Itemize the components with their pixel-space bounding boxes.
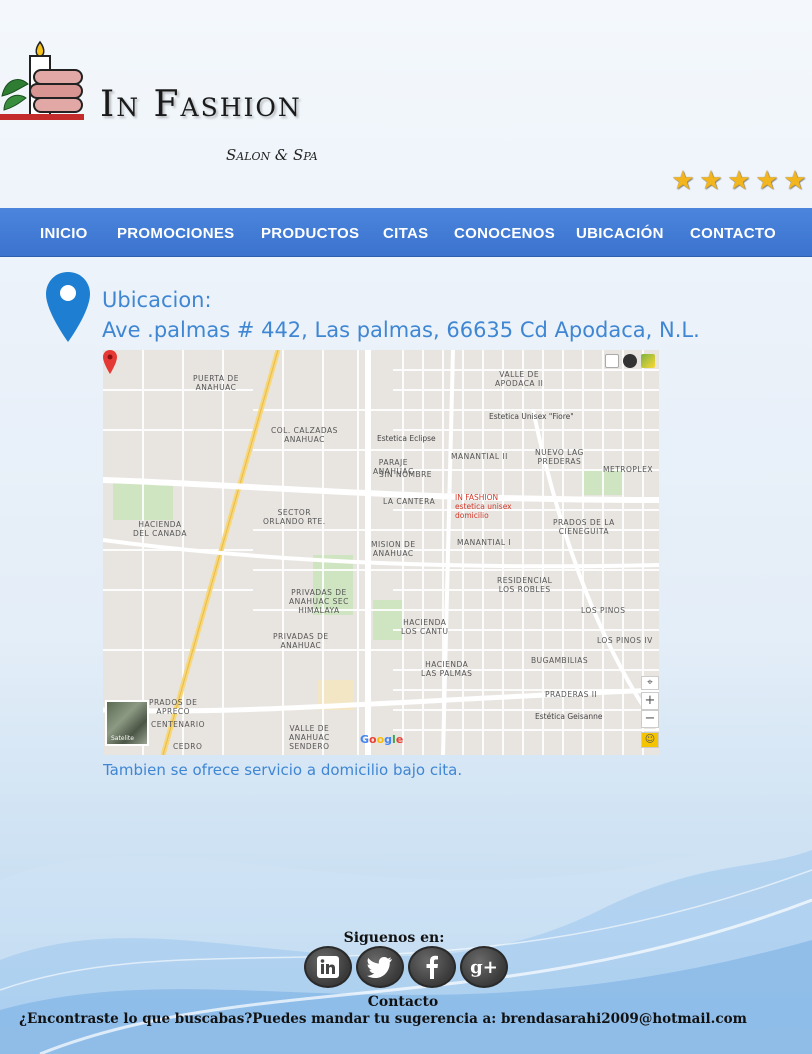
zoom-out-button[interactable]: − [641,710,659,728]
main-nav: INICIO PROMOCIONES PRODUCTOS CITAS CONOC… [0,208,812,257]
map-poi: Estetica Eclipse [377,434,436,443]
map-label: HACIENDA LAS PALMAS [421,660,473,678]
linkedin-icon [317,956,339,978]
map-poi: Estética Geisanne [535,712,603,721]
home-service-note: Tambien se ofrece servicio a domicilio b… [103,761,463,779]
social-links: g+ [304,946,508,988]
map-label: LOS PINOS IV [597,636,653,645]
map-label: LOS PINOS [581,606,626,615]
map-marker-title: IN FASHION [455,493,499,502]
google-plus-icon: g+ [470,956,498,978]
map-label: SIN NOMBRE [379,470,433,479]
zoom-in-button[interactable]: + [641,692,659,710]
map-label: PRIVADAS DE ANAHUAC [273,632,329,650]
map-label: MISION DE ANAHUAC [371,540,416,558]
nav-item-citas[interactable]: CITAS [383,225,428,242]
map-label: MANANTIAL I [457,538,512,547]
map-poi: Estetica Unisex "Fiore" [489,412,574,421]
star-icon: ★ [671,166,695,196]
facebook-icon [426,955,438,979]
map-label: PRADERAS II [545,690,598,699]
map-marker-sub: domicilio [455,511,489,520]
map-label: PRADOS DE APRECO [149,698,198,716]
map-label: NUEVO LAG PREDERAS [535,448,584,466]
map-label: PUERTA DE ANAHUAC [193,374,239,392]
map-label: COL. CALZADAS ANAHUAC [271,426,338,444]
map-label: VALLE DE APODACA II [495,370,544,388]
embedded-map[interactable]: PUERTA DE ANAHUAC COL. CALZADAS ANAHUAC PA… [103,350,659,755]
nav-item-promociones[interactable]: PROMOCIONES [117,225,234,242]
star-icon: ★ [727,166,751,196]
map-label: SECTOR ORLANDO RTE. [263,508,326,526]
logo-title: In Fashion [100,84,302,125]
google-logo: Google [360,733,404,746]
map-label: CEDRO [173,742,203,751]
star-icon: ★ [783,166,807,196]
follow-us-label: Siguenos en: [343,930,445,946]
nav-item-contacto[interactable]: CONTACTO [690,225,776,242]
street-view-pegman-icon[interactable]: ☺ [641,732,659,748]
linkedin-button[interactable] [304,946,352,988]
nav-item-conocenos[interactable]: CONOCENOS [454,225,555,242]
grid-icon[interactable] [605,354,619,368]
map-label: PRIVADAS DE ANAHUAC SEC HIMALAYA [289,588,349,615]
rating-stars: ★ ★ ★ ★ ★ [670,168,808,194]
map-label: RESIDENCIAL LOS ROBLES [497,576,553,594]
location-address: Ave .palmas # 442, Las palmas, 66635 Cd … [102,318,700,342]
map-top-controls [605,354,655,368]
nav-item-ubicacion[interactable]: UBICACIÓN [576,225,664,242]
location-label: Ubicacion: [102,288,212,312]
site-logo[interactable]: In Fashion Salon & Spa [0,38,360,164]
satellite-label: Satelite [111,735,134,742]
star-icon: ★ [755,166,779,196]
location-pin-icon [46,272,90,342]
map-marker-label: IN FASHION estetica unisex domicilio [455,493,512,520]
camera-icon[interactable] [623,354,637,368]
nav-item-inicio[interactable]: INICIO [40,225,88,242]
my-location-icon[interactable]: ⌖ [641,676,659,690]
satellite-toggle[interactable]: Satelite [105,700,149,746]
facebook-button[interactable] [408,946,456,988]
map-label: METROPLEX [603,465,653,474]
map-label: MANANTIAL II [451,452,508,461]
map-marker-sub: estetica unisex [455,502,512,511]
spa-candle-icon [0,40,84,120]
layers-icon[interactable] [641,354,655,368]
map-marker-icon[interactable] [103,350,117,374]
twitter-icon [367,957,392,978]
map-label: CENTENARIO [151,720,205,729]
map-label: HACIENDA DEL CANADA [133,520,187,538]
map-label: PRADOS DE LA CIENEGUITA [553,518,615,536]
contact-label: Contacto [367,994,439,1010]
star-icon: ★ [699,166,723,196]
map-label: HACIENDA LOS CANTU [401,618,449,636]
map-label: BUGAMBILIAS [531,656,589,665]
suggestion-text: ¿Encontraste lo que buscabas?Puedes mand… [19,1011,747,1027]
map-label: LA CANTERA [383,497,436,506]
logo-subtitle: Salon & Spa [226,146,318,164]
google-plus-button[interactable]: g+ [460,946,508,988]
twitter-button[interactable] [356,946,404,988]
map-label: VALLE DE ANAHUAC SENDERO [289,724,330,751]
nav-item-productos[interactable]: PRODUCTOS [261,225,359,242]
